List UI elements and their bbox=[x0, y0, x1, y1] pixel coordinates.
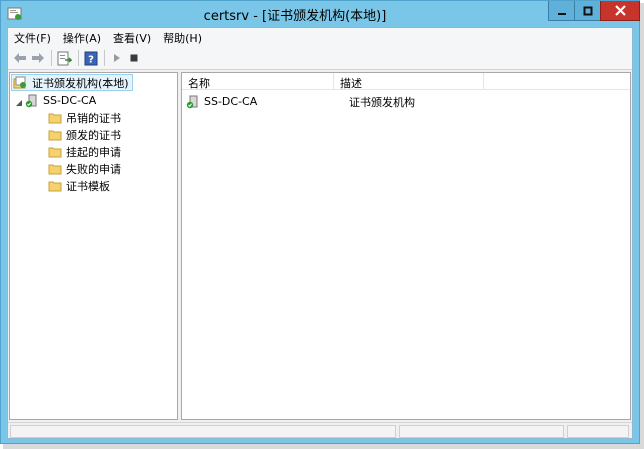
window-title: certsrv - [证书颁发机构(本地)] bbox=[203, 9, 387, 24]
forward-arrow-icon bbox=[32, 53, 44, 63]
close-icon bbox=[614, 5, 626, 16]
minimize-icon bbox=[557, 12, 566, 15]
back-button[interactable] bbox=[12, 50, 28, 66]
tree-folder-label: 吊销的证书 bbox=[66, 111, 121, 125]
menu-view[interactable]: 查看(V) bbox=[107, 28, 157, 46]
tree-folder-label: 失败的申请 bbox=[66, 162, 121, 176]
toolbar-separator bbox=[78, 50, 79, 66]
tree-root-label: 证书颁发机构(本地) bbox=[32, 76, 129, 90]
stop-service-button[interactable] bbox=[126, 50, 142, 66]
tree-folder-label: 挂起的申请 bbox=[66, 145, 121, 159]
status-bar bbox=[8, 422, 632, 438]
title-bar[interactable]: certsrv - [证书颁发机构(本地)] bbox=[1, 1, 640, 27]
mmc-client-area: 文件(F) 操作(A) 查看(V) 帮助(H) ? 证书颁发机构(本地) SS-… bbox=[7, 27, 633, 439]
back-arrow-icon bbox=[14, 53, 26, 63]
certsrv-window: certsrv - [证书颁发机构(本地)] 文件(F) 操作(A) 查看(V)… bbox=[0, 0, 640, 444]
list-header: 名称 描述 bbox=[182, 73, 630, 90]
folder-icon bbox=[48, 113, 62, 123]
list-item-name: SS-DC-CA bbox=[204, 95, 258, 108]
tree-item-root[interactable]: 证书颁发机构(本地) bbox=[11, 74, 133, 91]
maximize-icon bbox=[583, 6, 592, 15]
export-list-button[interactable] bbox=[56, 50, 72, 66]
tree-item-certificate-templates[interactable]: 证书模板 bbox=[48, 177, 110, 194]
menu-bar: 文件(F) 操作(A) 查看(V) 帮助(H) bbox=[8, 28, 632, 46]
export-list-icon bbox=[57, 51, 72, 65]
maximize-button[interactable] bbox=[574, 1, 601, 21]
toolbar-separator bbox=[104, 50, 105, 66]
help-icon: ? bbox=[84, 51, 98, 65]
menu-help[interactable]: 帮助(H) bbox=[157, 28, 208, 46]
certificate-server-icon bbox=[25, 94, 37, 107]
close-button[interactable] bbox=[600, 1, 640, 21]
forward-button[interactable] bbox=[30, 50, 46, 66]
toolbar-separator bbox=[51, 50, 52, 66]
tree-ca-label: SS-DC-CA bbox=[43, 94, 97, 107]
tree-item-issued-certificates[interactable]: 颁发的证书 bbox=[48, 126, 121, 143]
certificate-authority-snapin-icon bbox=[13, 76, 26, 88]
certificate-server-icon bbox=[186, 95, 198, 108]
tree-item-failed-requests[interactable]: 失败的申请 bbox=[48, 160, 121, 177]
folder-icon bbox=[48, 130, 62, 140]
column-header-name[interactable]: 名称 bbox=[182, 73, 334, 90]
folder-icon bbox=[48, 147, 62, 157]
toolbar: ? bbox=[8, 46, 632, 70]
svg-text:?: ? bbox=[88, 54, 94, 65]
collapse-triangle-icon[interactable] bbox=[15, 99, 23, 107]
tree-folder-label: 证书模板 bbox=[66, 179, 110, 193]
help-button[interactable]: ? bbox=[83, 50, 99, 66]
tree-item-ca[interactable]: SS-DC-CA bbox=[25, 92, 96, 109]
minimize-button[interactable] bbox=[548, 1, 575, 21]
list-item-description: 证书颁发机构 bbox=[349, 95, 415, 109]
list-item[interactable]: SS-DC-CA 证书颁发机构 bbox=[186, 93, 415, 110]
certsrv-app-icon[interactable] bbox=[7, 6, 23, 22]
folder-icon bbox=[48, 181, 62, 191]
tree-item-revoked-certificates[interactable]: 吊销的证书 bbox=[48, 109, 121, 126]
start-service-button[interactable] bbox=[109, 50, 125, 66]
menu-file[interactable]: 文件(F) bbox=[8, 28, 57, 46]
menu-action[interactable]: 操作(A) bbox=[57, 28, 107, 46]
stop-service-icon bbox=[130, 54, 138, 62]
status-cell-secondary bbox=[399, 425, 564, 438]
start-service-icon bbox=[114, 54, 120, 62]
result-list-pane[interactable]: 名称 描述 SS-DC-CA 证书颁发机构 bbox=[181, 72, 631, 420]
window-shadow-right bbox=[640, 3, 644, 447]
console-tree-pane[interactable]: 证书颁发机构(本地) SS-DC-CA 吊销的证书 颁发的证书 挂起的申请 失败… bbox=[9, 72, 178, 420]
tree-item-pending-requests[interactable]: 挂起的申请 bbox=[48, 143, 121, 160]
status-cell-tertiary bbox=[567, 425, 629, 438]
tree-folder-label: 颁发的证书 bbox=[66, 128, 121, 142]
status-cell-main bbox=[10, 425, 396, 438]
column-header-description[interactable]: 描述 bbox=[334, 73, 484, 90]
folder-icon bbox=[48, 164, 62, 174]
window-shadow-bottom bbox=[3, 444, 644, 449]
